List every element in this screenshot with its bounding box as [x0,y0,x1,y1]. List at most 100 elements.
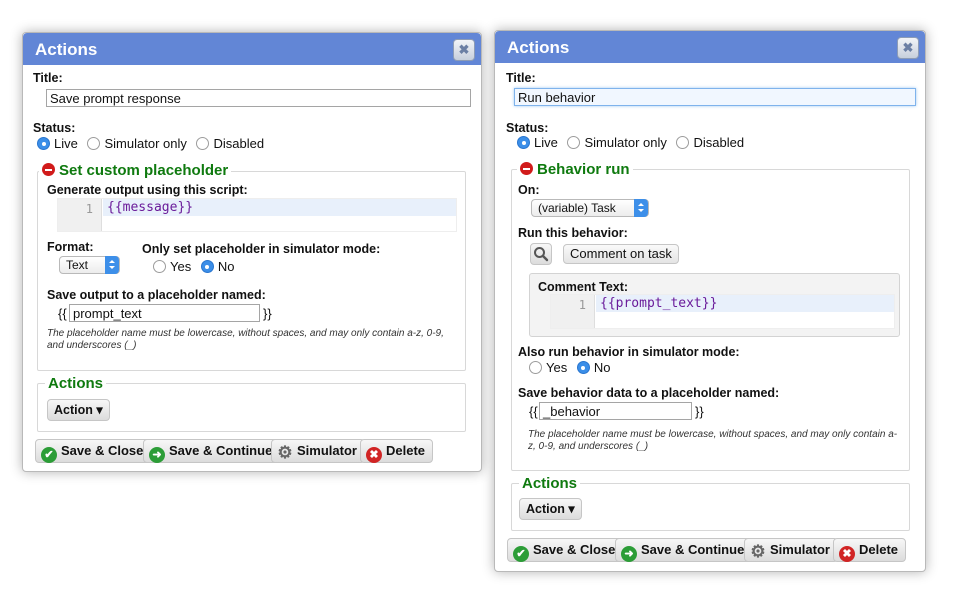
brace-close: }} [695,404,704,419]
action-dropdown-button[interactable]: Action ▾ [519,498,582,520]
actions-dialog-right: Actions ✖ Title: Run behavior Status: Li… [494,30,926,572]
simulator-button[interactable]: ⚙ Simulator [744,538,838,562]
placeholder-label: Save behavior data to a placeholder name… [518,386,780,400]
actions-legend: Actions [45,375,107,392]
delete-button[interactable]: ✖ Delete [360,439,434,463]
sim-no-radio[interactable] [576,361,590,374]
title-label: Title: [506,71,536,85]
save-continue-label: Save & Continue [169,443,273,458]
title-label: Title: [33,71,63,85]
actions-legend: Actions [519,475,581,492]
sim-only-no-radio[interactable] [200,260,214,273]
status-live-label: Live [54,136,78,151]
magnifier-svg [534,247,549,262]
placeholder-help: The placeholder name must be lowercase, … [47,328,444,351]
simulator-button[interactable]: ⚙ Simulator [271,439,365,463]
behavior-button[interactable]: Comment on task [563,244,679,264]
status-disabled-label: Disabled [213,136,265,151]
delete-button[interactable]: ✖ Delete [833,538,907,562]
status-simulator-label: Simulator only [104,136,187,151]
action-dropdown-button[interactable]: Action ▾ [47,399,110,421]
brace-open: {{ [529,404,538,419]
status-disabled-radio[interactable] [196,137,210,150]
remove-section-icon[interactable] [520,162,533,175]
code-line[interactable]: {{prompt_text}} [596,295,894,312]
comment-label: Comment Text: [538,280,629,294]
sim-label: Also run behavior in simulator mode: [518,345,740,359]
chevron-updown-icon [634,199,648,217]
status-live-label: Live [534,135,558,150]
script-label: Generate output using this script: [47,183,248,197]
comment-editor[interactable]: 1 {{prompt_text}} [550,294,895,329]
title-input[interactable]: Run behavior [514,88,916,106]
close-icon[interactable]: ✖ [897,37,919,59]
delete-label: Delete [859,542,899,557]
simulator-label: Simulator [770,542,830,557]
placeholder-label: Save output to a placeholder named: [47,288,266,302]
code-line[interactable]: {{message}} [103,199,456,216]
sim-yes-label: Yes [546,360,568,375]
save-close-button[interactable]: ✔ Save & Close [35,439,152,463]
status-disabled-label: Disabled [693,135,745,150]
status-label: Status: [33,121,76,135]
delete-icon: ✖ [366,447,382,463]
close-icon[interactable]: ✖ [453,39,475,61]
delete-label: Delete [386,443,426,458]
search-icon[interactable] [530,243,552,265]
status-simulator-radio[interactable] [567,136,581,149]
save-close-button[interactable]: ✔ Save & Close [507,538,624,562]
arrow-right-icon: ➜ [621,546,637,562]
remove-section-icon[interactable] [42,163,55,176]
line-number: 1 [58,199,102,231]
placeholder-input[interactable]: prompt_text [69,304,260,322]
actions-dialog-left: Actions ✖ Title: Save prompt response St… [22,32,482,472]
sim-only-yes-label: Yes [170,259,192,274]
section-title: Behavior run [537,161,630,178]
save-continue-button[interactable]: ➜ Save & Continue [615,538,753,562]
status-simulator-radio[interactable] [87,137,101,150]
arrow-right-icon: ➜ [149,447,165,463]
section-title: Set custom placeholder [59,162,229,179]
sim-only-label: Only set placeholder in simulator mode: [142,242,381,256]
script-editor[interactable]: 1 {{message}} [57,198,457,232]
status-live-radio[interactable] [517,136,530,149]
brace-close: }} [263,306,272,321]
check-icon: ✔ [513,546,529,562]
dialog-title: Actions [507,38,570,57]
chevron-updown-icon [105,256,119,274]
on-value: (variable) Task [538,201,616,215]
section-legend[interactable]: Behavior run [517,161,633,178]
gear-icon: ⚙ [750,542,766,561]
sim-only-no-label: No [217,259,235,274]
status-radio-group: Live Simulator only Disabled [37,136,270,151]
comment-text-box: Comment Text: 1 {{prompt_text}} [529,273,900,337]
status-live-radio[interactable] [37,137,50,150]
section-legend[interactable]: Set custom placeholder [39,162,232,179]
save-continue-button[interactable]: ➜ Save & Continue [143,439,281,463]
dialog-title: Actions [35,40,98,59]
delete-icon: ✖ [839,546,855,562]
dialog-titlebar: Actions ✖ [495,31,925,63]
format-select[interactable]: Text [59,256,120,274]
status-radio-group: Live Simulator only Disabled [517,135,750,150]
placeholder-help: The placeholder name must be lowercase, … [528,429,898,452]
status-simulator-label: Simulator only [584,135,667,150]
check-icon: ✔ [41,447,57,463]
gear-icon: ⚙ [277,443,293,462]
sim-no-label: No [593,360,611,375]
title-input[interactable]: Save prompt response [46,89,471,107]
on-select[interactable]: (variable) Task [531,199,649,217]
run-label: Run this behavior: [518,226,628,240]
sim-yes-radio[interactable] [529,361,542,374]
save-continue-label: Save & Continue [641,542,745,557]
brace-open: {{ [58,306,67,321]
format-label: Format: [47,240,94,254]
sim-only-radio-group: Yes No [153,259,240,274]
line-number: 1 [551,295,595,328]
simulator-label: Simulator [297,443,357,458]
save-close-label: Save & Close [533,542,616,557]
status-disabled-radio[interactable] [676,136,690,149]
sim-only-yes-radio[interactable] [153,260,166,273]
placeholder-input[interactable]: _behavior [539,402,692,420]
format-value: Text [66,258,89,272]
